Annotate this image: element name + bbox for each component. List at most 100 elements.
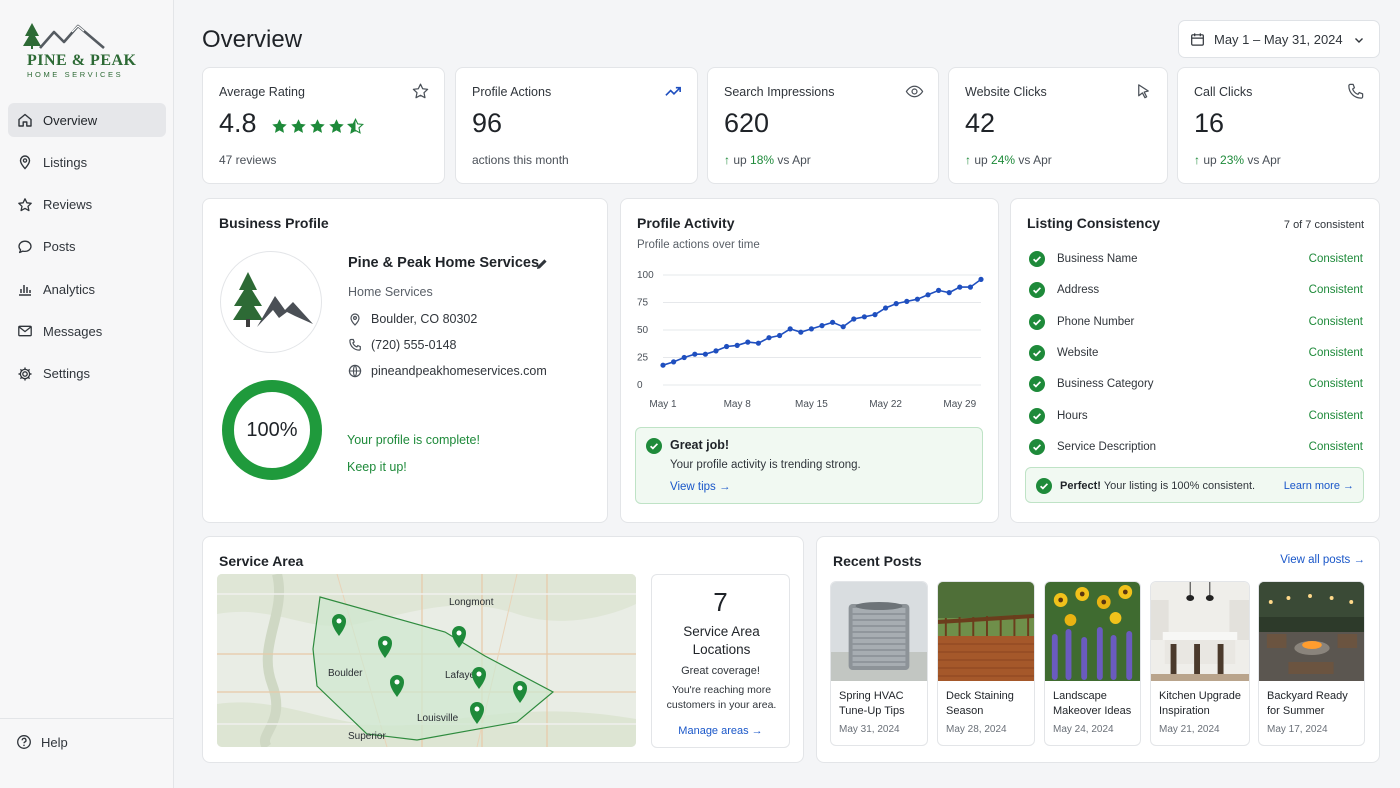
data-point [925, 292, 931, 298]
note-body: Your listing is 100% consistent. [1100, 480, 1256, 492]
check-circle-icon [1029, 313, 1045, 330]
stat-card-profile-actions[interactable]: Profile Actions 96 actions this month [455, 67, 698, 184]
y-tick-label: 75 [637, 298, 649, 309]
date-range-picker[interactable]: May 1 – May 31, 2024 [1178, 20, 1380, 58]
post-card[interactable]: Landscape Makeover Ideas May 24, 2024 [1044, 581, 1141, 746]
stat-label: Average Rating [219, 85, 305, 99]
data-point [851, 316, 857, 322]
star-half-icon [347, 118, 364, 134]
data-point [883, 305, 889, 311]
data-point [830, 319, 836, 325]
card-title: Recent Posts [833, 553, 922, 569]
data-point [904, 298, 910, 304]
chat-bubble-icon [18, 240, 32, 254]
data-point [819, 323, 825, 329]
business-address: Boulder, CO 80302 [371, 312, 478, 326]
stat-value: 620 [724, 108, 770, 138]
service-area-summary: 7 Service Area Locations Great coverage!… [651, 574, 790, 748]
trend-compare: vs Apr [1247, 153, 1281, 167]
service-area-map[interactable]: Longmont Boulder Lafayette Louisville Su… [217, 574, 636, 747]
business-website[interactable]: pineandpeakhomeservices.com [371, 364, 547, 378]
listing-consistency-card: Listing Consistency 7 of 7 consistent Bu… [1010, 198, 1380, 523]
post-title: Landscape Makeover Ideas [1053, 689, 1131, 718]
sidebar-item-messages[interactable]: Messages [8, 314, 166, 348]
map-town-label: Superior [348, 731, 386, 742]
sidebar-divider [0, 718, 173, 719]
sidebar-item-label: Messages [43, 323, 103, 339]
mail-icon [18, 326, 32, 337]
consistency-note: Perfect! Your listing is 100% consistent… [1025, 467, 1364, 503]
sidebar-item-label: Analytics [43, 281, 96, 297]
card-title: Listing Consistency [1027, 215, 1161, 231]
sidebar-item-posts[interactable]: Posts [8, 230, 166, 264]
help-link[interactable]: Help [16, 734, 68, 750]
sidebar-item-label: Reviews [43, 197, 93, 213]
business-phone[interactable]: (720) 555-0148 [371, 338, 456, 352]
view-all-posts-link[interactable]: View all posts → [1280, 554, 1365, 566]
data-point [681, 354, 687, 361]
sidebar-item-label: Posts [43, 239, 76, 255]
post-title-line: Landscape [1053, 690, 1107, 702]
stat-label: Call Clicks [1194, 85, 1253, 99]
stat-card-average-rating[interactable]: Average Rating 4.8 47 reviews [202, 67, 445, 184]
consistency-status: Consistent [1308, 346, 1363, 359]
consistency-status: Consistent [1308, 378, 1363, 391]
calendar-icon [1191, 32, 1204, 46]
stat-trend: ↑ up 18% vs Apr [724, 153, 811, 167]
view-tips-link[interactable]: View tips → [670, 481, 731, 493]
post-image-backyard [1259, 582, 1364, 681]
post-image-landscape [1045, 582, 1140, 681]
arrow-up-icon: ↑ [724, 153, 730, 167]
post-card[interactable]: Deck Staining Season May 28, 2024 [937, 581, 1035, 746]
data-point [967, 284, 973, 290]
stat-trend: ↑ up 23% vs Apr [1194, 153, 1281, 167]
star-outline-icon [412, 83, 429, 99]
learn-more-link[interactable]: Learn more → [1284, 480, 1354, 492]
consistency-status: Consistent [1308, 409, 1363, 422]
stat-label: Search Impressions [724, 85, 835, 99]
consistency-row: Hours Consistent [1029, 406, 1363, 426]
stat-card-call-clicks[interactable]: Call Clicks 16 ↑ up 23% vs Apr [1177, 67, 1380, 184]
date-range-label: May 1 – May 31, 2024 [1214, 31, 1343, 47]
stat-value: 42 [965, 108, 996, 138]
consistency-row: Business Name Consistent [1029, 249, 1363, 269]
consistency-row: Phone Number Consistent [1029, 312, 1363, 332]
post-card[interactable]: Kitchen Upgrade Inspiration May 21, 2024 [1150, 581, 1250, 746]
data-point [777, 332, 783, 339]
post-title-line: Kitchen Upgrade [1159, 690, 1241, 702]
stat-card-website-clicks[interactable]: Website Clicks 42 ↑ up 24% vs Apr [948, 67, 1168, 184]
data-point [872, 312, 878, 318]
consistency-field: Business Name [1057, 253, 1138, 265]
help-circle-icon [17, 735, 31, 749]
data-point [914, 296, 920, 302]
sidebar-item-analytics[interactable]: Analytics [8, 272, 166, 306]
post-date: May 17, 2024 [1267, 724, 1328, 735]
sidebar: PINE & PEAK HOME SERVICES Overview Listi… [0, 0, 174, 788]
map-graphic: Longmont Boulder Lafayette Louisville Su… [217, 574, 636, 747]
data-point [713, 348, 719, 354]
sidebar-item-overview[interactable]: Overview [8, 103, 166, 137]
post-title-line: Inspiration [1159, 704, 1210, 717]
sidebar-item-settings[interactable]: Settings [8, 357, 166, 391]
edit-pencil-icon[interactable] [535, 257, 549, 271]
consistency-field: Phone Number [1057, 315, 1135, 328]
check-circle-icon [646, 438, 662, 454]
consistency-row: Address Consistent [1029, 280, 1363, 300]
stat-label: Website Clicks [965, 85, 1047, 99]
sidebar-nav: Overview Listings Reviews Posts Analytic… [8, 103, 166, 399]
manage-areas-link[interactable]: Manage areas → [652, 725, 789, 737]
sidebar-item-listings[interactable]: Listings [8, 145, 166, 179]
help-label: Help [41, 734, 68, 750]
sidebar-item-reviews[interactable]: Reviews [8, 188, 166, 222]
stat-card-search-impressions[interactable]: Search Impressions 620 ↑ up 18% vs Apr [707, 67, 939, 184]
recent-posts-card: Recent Posts View all posts → Spring HVA… [816, 536, 1380, 763]
post-card[interactable]: Spring HVAC Tune-Up Tips May 31, 2024 [830, 581, 928, 746]
business-address-row: Boulder, CO 80302 [348, 312, 477, 326]
consistency-field: Website [1057, 346, 1099, 359]
post-image-deck [938, 582, 1034, 681]
phone-icon [1348, 83, 1364, 99]
brand-logo[interactable]: PINE & PEAK HOME SERVICES [20, 20, 136, 82]
post-date: May 31, 2024 [839, 724, 900, 735]
post-card[interactable]: Backyard Ready for Summer May 17, 2024 [1258, 581, 1365, 746]
stat-subtext: 47 reviews [219, 153, 277, 167]
